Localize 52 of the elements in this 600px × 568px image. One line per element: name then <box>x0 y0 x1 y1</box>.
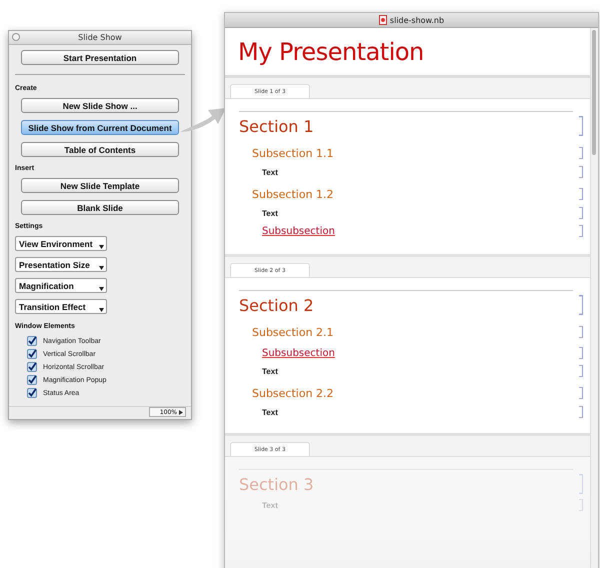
cell-bracket[interactable] <box>579 207 583 219</box>
caret-icon <box>99 266 104 270</box>
caret-icon <box>99 308 104 312</box>
subsection-heading: Subsection 2.1 <box>252 326 334 338</box>
palette-button[interactable]: Blank Slide <box>21 200 179 215</box>
checkbox[interactable] <box>27 336 37 346</box>
presentation-title: My Presentation <box>238 38 424 66</box>
palette-button[interactable]: New Slide Show ... <box>21 98 179 113</box>
caret-icon <box>99 286 104 290</box>
popup-menu[interactable]: Magnification <box>15 278 107 293</box>
cell-bracket[interactable] <box>579 347 583 359</box>
text-cell: Text <box>262 208 278 218</box>
document-icon <box>378 15 387 25</box>
scrollbar-thumb[interactable] <box>592 30 596 155</box>
section-heading: Section 2 <box>239 296 314 314</box>
cell-bracket[interactable] <box>579 188 583 200</box>
caret-icon <box>99 244 104 248</box>
cell-bracket[interactable] <box>579 295 583 315</box>
palette-button[interactable]: Start Presentation <box>21 50 179 65</box>
popup-menu[interactable]: Presentation Size <box>15 257 107 272</box>
cell-bracket[interactable] <box>579 406 583 418</box>
checkbox[interactable] <box>27 388 37 398</box>
subsubsection-heading: Subsubsection <box>262 226 335 236</box>
close-icon[interactable] <box>12 33 20 41</box>
cell-bracket[interactable] <box>579 365 583 377</box>
palette-button[interactable]: Slide Show from Current Document <box>21 120 179 135</box>
cell-bracket[interactable] <box>579 326 583 338</box>
text-cell: Text <box>262 500 278 510</box>
popup-menu[interactable]: Transition Effect <box>15 299 107 314</box>
cell-bracket[interactable] <box>579 116 583 136</box>
window-title: slide-show.nb <box>390 16 444 24</box>
popup-menu[interactable]: View Environment <box>15 236 107 251</box>
text-cell: Text <box>262 366 278 376</box>
text-cell: Text <box>262 408 278 416</box>
subsubsection-heading: Subsubsection <box>262 348 335 358</box>
section-heading: Section 1 <box>239 116 314 136</box>
checkbox[interactable] <box>27 349 37 359</box>
cell-bracket[interactable] <box>579 387 583 399</box>
checkbox[interactable] <box>27 375 37 385</box>
triangle-icon <box>179 410 183 414</box>
subsection-heading: Subsection 1.1 <box>252 146 334 160</box>
checkbox[interactable] <box>27 362 37 372</box>
window-title: Slide Show <box>78 33 122 42</box>
cell-bracket[interactable] <box>579 147 583 159</box>
palette-button[interactable]: New Slide Template <box>21 178 179 193</box>
cell-bracket[interactable] <box>579 225 583 237</box>
text-cell: Text <box>262 168 278 176</box>
cell-bracket[interactable] <box>579 166 583 178</box>
subsection-heading: Subsection 2.2 <box>252 386 334 400</box>
section-heading: Section 3 <box>239 474 314 494</box>
subsection-heading: Subsection 1.2 <box>252 188 334 200</box>
palette-button[interactable]: Table of Contents <box>21 142 179 157</box>
